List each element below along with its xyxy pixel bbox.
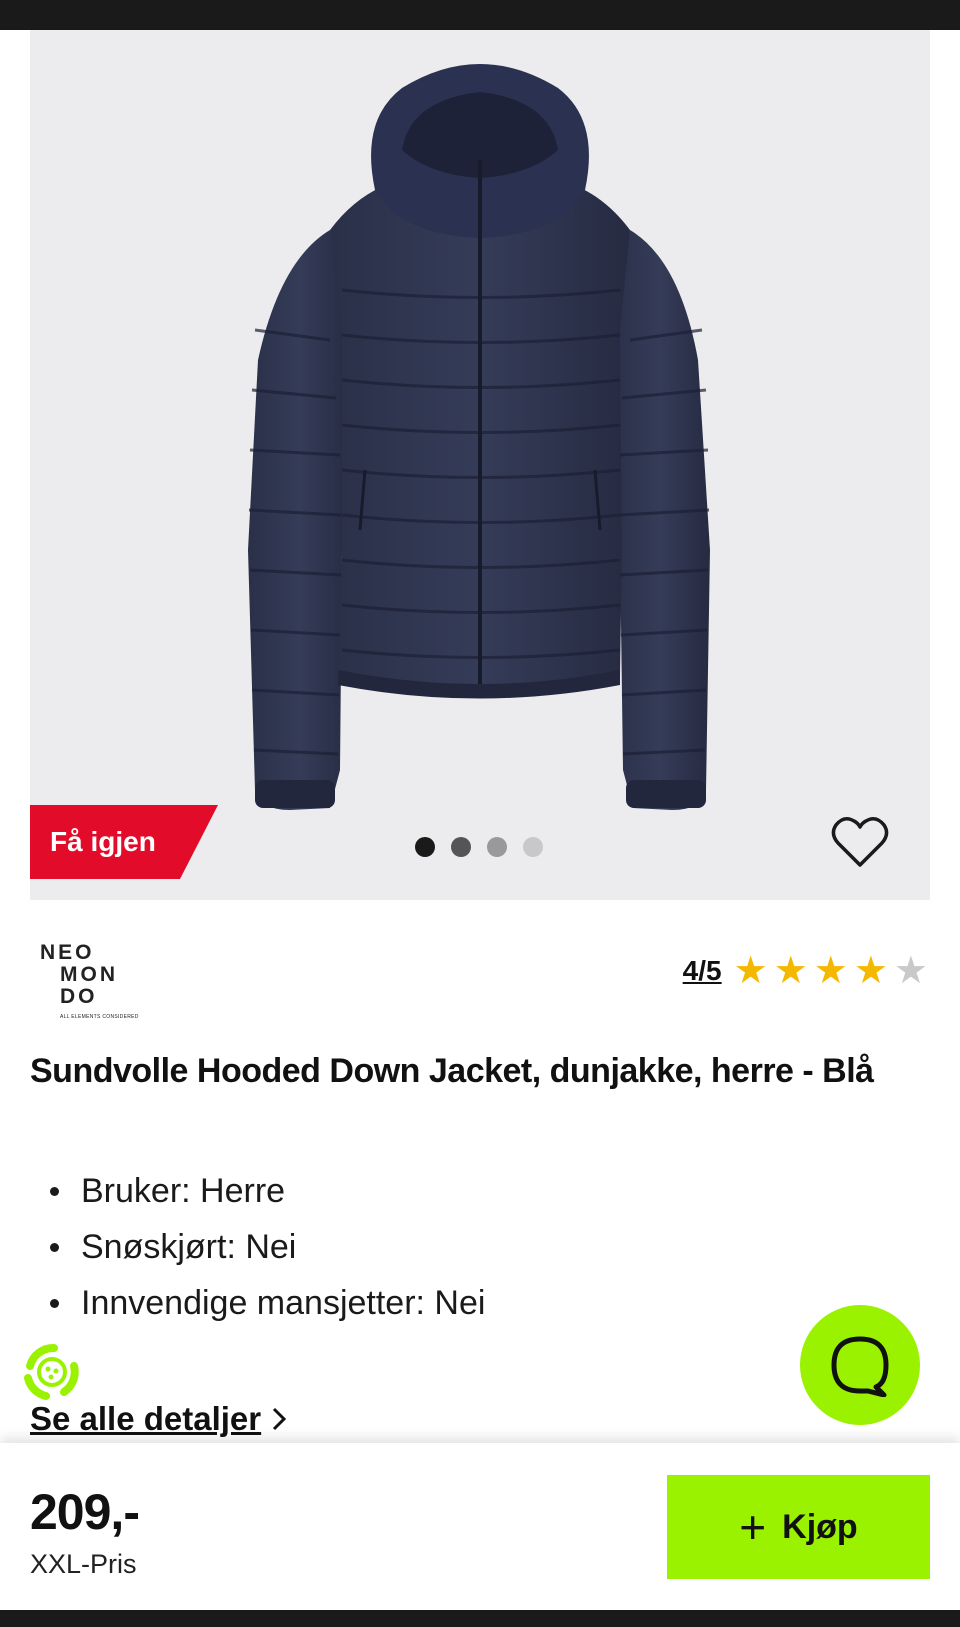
star-filled-icon: ★ [733,950,768,992]
product-image-gallery[interactable]: Få igjen [30,30,930,900]
buy-button[interactable]: + Kjøp [667,1475,930,1579]
feature-list: Bruker: Herre Snøskjørt: Nei Innvendige … [45,1163,485,1331]
image-pagination [415,837,543,857]
brand-logo[interactable]: NEO MON DO ALL ELEMENTS CONSIDERED [40,942,150,1022]
brand-logo-line-2: MON [60,963,118,986]
chat-bubble-icon [831,1336,889,1397]
purchase-footer: 209,- XXL-Pris + Kjøp [0,1443,960,1610]
product-title: Sundvolle Hooded Down Jacket, dunjakke, … [30,1052,874,1090]
chat-button[interactable] [800,1305,920,1425]
list-item: Bruker: Herre [45,1163,485,1219]
feature-text: Snøskjørt: Nei [81,1228,297,1266]
bullet [50,1298,59,1308]
buy-button-label: Kjøp [782,1507,858,1546]
brand-logo-tagline: ALL ELEMENTS CONSIDERED [60,1014,139,1020]
promo-badge-label: Få igjen [50,826,156,857]
chevron-right-icon [273,1407,287,1431]
feature-text: Innvendige mansjetter: Nei [81,1284,486,1322]
feature-text: Bruker: Herre [81,1172,286,1210]
favorite-button[interactable] [830,815,890,871]
star-filled-icon: ★ [853,950,888,992]
star-filled-icon: ★ [773,950,808,992]
pagination-dot-3[interactable] [487,837,507,857]
star-empty-icon: ★ [893,950,928,992]
status-bar [0,0,960,30]
recycle-icon [22,1342,82,1402]
price: 209,- [30,1484,140,1540]
plus-icon: + [739,1501,767,1553]
product-rating[interactable]: 4/5 ★ ★ ★ ★ ★ [683,952,928,990]
pagination-dot-2[interactable] [451,837,471,857]
brand-logo-line-3: DO [60,985,98,1008]
heart-outline-icon [831,817,889,867]
list-item: Innvendige mansjetter: Nei [45,1275,485,1331]
price-label: XXL-Pris [30,1549,137,1579]
eco-badge[interactable] [16,1336,88,1408]
product-image [248,64,710,810]
pagination-dot-4[interactable] [523,837,543,857]
promo-badge: Få igjen [30,805,218,879]
bullet [50,1242,59,1252]
bottom-bar [0,1610,960,1627]
bullet [50,1186,59,1196]
brand-logo-line-1: NEO [40,941,95,964]
pagination-dot-1[interactable] [415,837,435,857]
list-item: Snøskjørt: Nei [45,1219,485,1275]
rating-text[interactable]: 4/5 [683,955,722,987]
star-filled-icon: ★ [813,950,848,992]
